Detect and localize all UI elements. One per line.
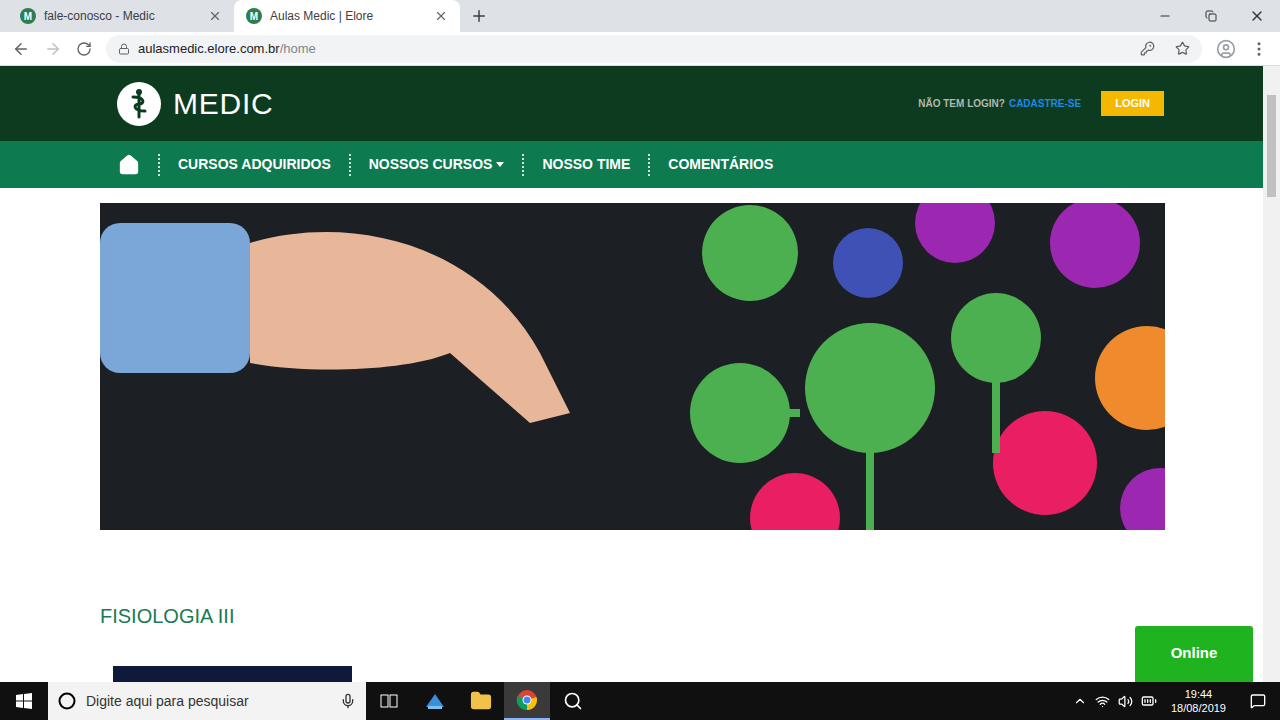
nav-separator [648, 154, 650, 176]
tab-title: fale-conosco - Medic [44, 7, 200, 25]
key-icon[interactable] [1140, 41, 1155, 56]
home-icon[interactable] [118, 154, 140, 176]
banner-image[interactable] [100, 203, 1165, 530]
nav-item[interactable]: NOSSOS CURSOS [351, 154, 523, 175]
battery-icon[interactable] [1141, 693, 1157, 709]
restore-button[interactable] [1188, 1, 1234, 31]
screen: Mfale-conosco - MedicMAulas Medic | Elor… [0, 0, 1280, 720]
scrollbar[interactable] [1263, 66, 1280, 682]
chevron-up-icon[interactable] [1073, 694, 1087, 708]
scrollbar-thumb[interactable] [1267, 95, 1276, 197]
site-header: MEDIC NÃO TEM LOGIN? CADASTRE-SE LOGIN [0, 66, 1263, 141]
logo[interactable]: MEDIC [117, 81, 273, 126]
tab-strip: Mfale-conosco - MedicMAulas Medic | Elor… [0, 0, 1280, 32]
nav-item[interactable]: CURSOS ADQUIRIDOS [160, 154, 349, 175]
logo-text: MEDIC [173, 81, 273, 126]
windows-icon [16, 693, 32, 709]
back-icon[interactable] [12, 40, 30, 58]
viewport: MEDIC NÃO TEM LOGIN? CADASTRE-SE LOGIN CURSO… [0, 66, 1280, 682]
window-controls [1142, 0, 1280, 32]
restore-icon [1205, 10, 1217, 22]
menu-icon[interactable] [1250, 40, 1268, 58]
nav-bar: CURSOS ADQUIRIDOSNOSSOS CURSOSNOSSO TIME… [0, 141, 1263, 188]
address-bar[interactable]: aulasmedic.elore.com.br/home [106, 35, 1202, 63]
close-icon[interactable] [208, 9, 222, 23]
taskbar-app[interactable] [504, 682, 550, 720]
notifications-button[interactable] [1240, 682, 1276, 720]
minimize-icon [1158, 9, 1172, 23]
search-circle-icon [58, 692, 76, 710]
browser-tab[interactable]: Mfale-conosco - Medic [8, 0, 234, 32]
notification-icon [1250, 693, 1266, 709]
taskbar-app[interactable] [550, 682, 596, 720]
close-button[interactable] [1234, 1, 1280, 31]
star-icon[interactable] [1175, 41, 1190, 56]
mic-icon[interactable] [340, 693, 356, 709]
taskbar-app[interactable] [412, 682, 458, 720]
page: MEDIC NÃO TEM LOGIN? CADASTRE-SE LOGIN CURSO… [0, 66, 1263, 682]
close-icon[interactable] [434, 9, 448, 23]
reload-icon[interactable] [76, 41, 92, 57]
volume-icon[interactable] [1118, 694, 1133, 709]
system-tray: 19:4418/08/2019 [1073, 682, 1280, 720]
folder-icon [470, 690, 492, 712]
search-box[interactable]: Digite aqui para pesquisar [48, 682, 366, 720]
nav-separator [349, 154, 351, 176]
banner-illustration-icon [100, 203, 1165, 530]
nav-item[interactable]: COMENTÁRIOS [650, 154, 791, 175]
task-view-icon [380, 693, 398, 709]
app-icon [424, 691, 446, 711]
favicon-icon: M [246, 8, 262, 24]
taskbar: Digite aqui para pesquisar 19:4418/08/201… [0, 682, 1280, 720]
profile-icon[interactable] [1216, 39, 1236, 59]
chrome-icon [516, 689, 538, 711]
toolbar: aulasmedic.elore.com.br/home [0, 32, 1280, 66]
lock-icon [118, 43, 130, 55]
url: aulasmedic.elore.com.br/home [138, 39, 316, 59]
logo-icon [117, 82, 161, 126]
clock[interactable]: 19:4418/08/2019 [1165, 687, 1232, 715]
caret-icon [496, 162, 504, 167]
start-button[interactable] [0, 682, 48, 720]
tab-title: Aulas Medic | Elore [270, 7, 426, 25]
chat-button[interactable]: Online [1135, 626, 1253, 682]
taskbar-app[interactable] [458, 682, 504, 720]
nav-separator [522, 154, 524, 176]
course-card[interactable] [113, 666, 352, 682]
minimize-button[interactable] [1142, 1, 1188, 31]
task-view-button[interactable] [366, 682, 412, 720]
new-tab-icon[interactable] [470, 7, 488, 25]
forward-icon[interactable] [44, 40, 62, 58]
favicon-icon: M [20, 8, 36, 24]
nav-separator [158, 154, 160, 176]
signup-link[interactable]: CADASTRE-SE [1009, 96, 1081, 111]
browser-tab[interactable]: M Aulas Medic | Elore [234, 0, 460, 32]
login-button[interactable]: LOGIN [1101, 91, 1164, 116]
nav-item[interactable]: NOSSO TIME [524, 154, 648, 175]
section-title: FISIOLOGIA III [0, 604, 1263, 628]
close-window-icon [1249, 8, 1265, 24]
login-prompt: NÃO TEM LOGIN? [918, 96, 1005, 111]
wifi-icon[interactable] [1095, 694, 1110, 709]
recorder-icon [563, 691, 583, 711]
